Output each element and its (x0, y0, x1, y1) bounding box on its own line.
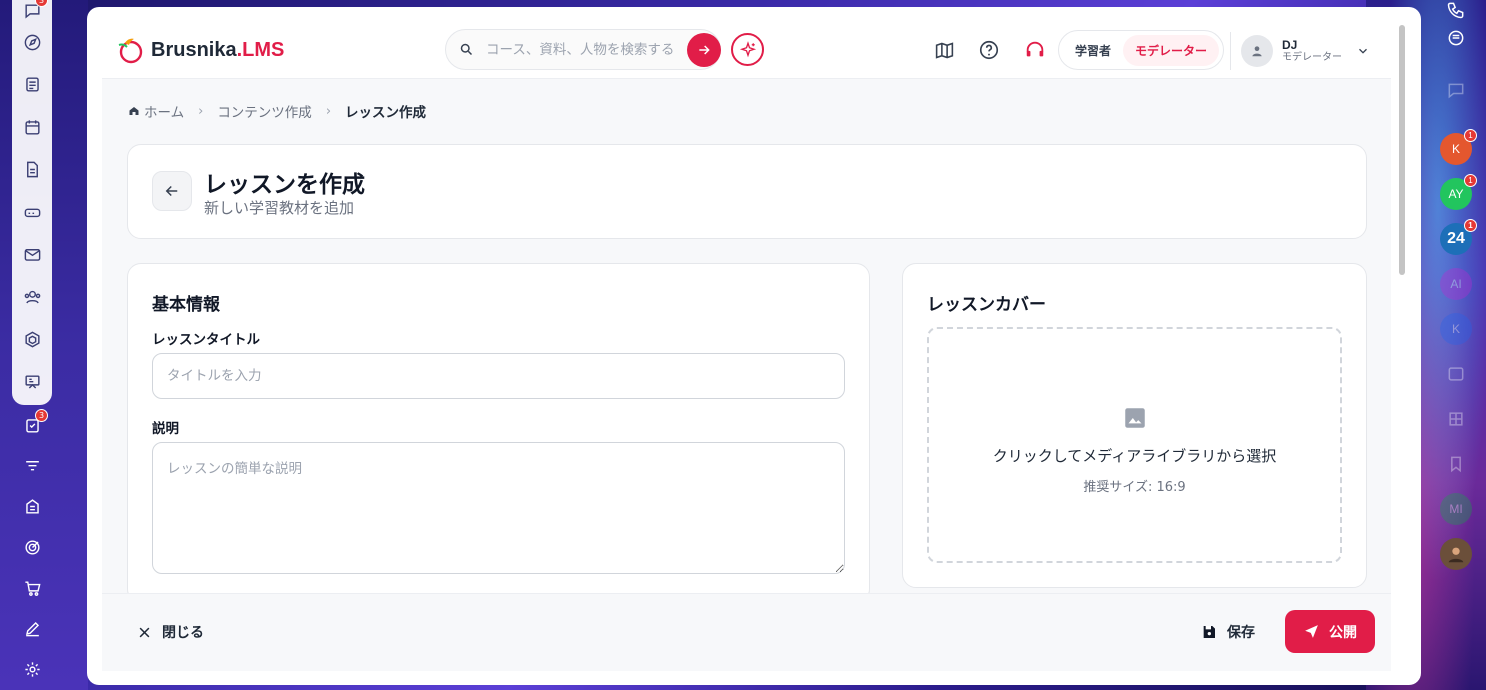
notes-icon[interactable] (12, 64, 52, 107)
user-name: DJ (1282, 37, 1298, 52)
contact-avatar[interactable]: K1 (1440, 128, 1477, 165)
arrow-right-icon (699, 45, 710, 55)
contact-avatar[interactable]: MI (1440, 492, 1472, 525)
dropzone-text: クリックしてメディアライブラリから選択 (992, 447, 1277, 465)
person-icon (1252, 46, 1262, 57)
users-icon[interactable] (12, 276, 52, 319)
logo[interactable]: Brusnika.LMS (115, 35, 284, 65)
contact-avatar[interactable]: K (1440, 312, 1472, 345)
search-input[interactable] (486, 41, 676, 58)
chevron-down-icon (1359, 48, 1367, 54)
description-label: 説明 (152, 421, 179, 437)
compass-icon[interactable] (12, 21, 52, 64)
close-icon (139, 627, 150, 637)
lesson-title-input[interactable] (152, 353, 845, 399)
message-icon[interactable] (1436, 56, 1476, 126)
role-moderator-option[interactable]: モデレーター (1123, 34, 1219, 66)
top-header: Brusnika.LMS 学習者 (102, 21, 1391, 79)
mail-icon[interactable] (12, 234, 52, 277)
user-photo-avatar[interactable] (1440, 537, 1472, 570)
send-icon (1305, 625, 1318, 638)
page-title: レッスンを作成 (204, 172, 365, 198)
contact-avatar[interactable]: 24 1 (1440, 218, 1477, 255)
berry-logo-icon (118, 38, 143, 64)
lesson-cover-title: レッスンカバー (927, 295, 1046, 315)
target-icon[interactable] (12, 527, 52, 568)
left-rail: 3 (12, 0, 52, 405)
sparkle-icon (739, 40, 756, 57)
contact-avatar[interactable]: AI (1440, 267, 1472, 300)
tasks-badge: 3 (35, 409, 48, 422)
back-button[interactable] (152, 171, 192, 211)
basic-info-card: 基本情報 レッスンタイトル 説明 (127, 263, 870, 603)
arrow-left-icon (165, 185, 178, 197)
user-role: モデレーター (1282, 52, 1342, 64)
save-button[interactable]: 保存 (1201, 622, 1255, 642)
breadcrumb-home[interactable]: ホーム (128, 101, 184, 121)
ai-assistant-button[interactable] (731, 33, 764, 66)
left-rail-lower: 3 (12, 405, 52, 690)
save-button-label: 保存 (1227, 625, 1255, 641)
role-learner-option[interactable]: 学習者 (1063, 35, 1123, 66)
close-button-label: 閉じる (162, 625, 204, 641)
brand-name: Brusnika.LMS (151, 38, 285, 61)
scrollbar[interactable] (1397, 21, 1407, 671)
support-headset-icon[interactable] (1024, 39, 1046, 61)
person-icon (1448, 547, 1464, 562)
calendar-icon[interactable] (12, 106, 52, 149)
publish-button[interactable]: 公開 (1285, 610, 1375, 653)
user-menu[interactable]: DJ モデレーター (1230, 32, 1370, 70)
right-rail: K1 AY 1 24 1 AI K MI (1436, 0, 1477, 690)
tasks-icon[interactable]: 3 (12, 405, 52, 446)
archive-icon[interactable] (12, 486, 52, 527)
avatar (1241, 35, 1273, 67)
breadcrumb-separator: › (198, 103, 204, 119)
role-switcher: 学習者 モデレーター (1058, 30, 1224, 70)
home-icon (129, 107, 139, 115)
main-window: Brusnika.LMS 学習者 (87, 7, 1421, 685)
settings-icon[interactable] (12, 649, 52, 690)
search-submit-button[interactable] (687, 33, 721, 67)
app-container: Brusnika.LMS 学習者 (102, 21, 1391, 671)
chat-bubble-icon[interactable] (1436, 20, 1476, 56)
map-icon[interactable] (933, 39, 955, 61)
image-icon[interactable] (1436, 351, 1476, 396)
cart-icon[interactable] (12, 568, 52, 609)
breadcrumb-section[interactable]: コンテンツ作成 (217, 101, 312, 121)
action-footer: 閉じる 保存 公開 (102, 593, 1391, 671)
search-bar[interactable] (445, 29, 721, 70)
publish-button-label: 公開 (1329, 624, 1357, 641)
contact-avatar[interactable]: AY 1 (1440, 173, 1477, 210)
drive-icon[interactable] (12, 191, 52, 234)
close-button[interactable]: 閉じる (137, 622, 204, 642)
description-textarea[interactable] (152, 442, 845, 574)
breadcrumb-home-label: ホーム (144, 105, 185, 121)
media-dropzone[interactable]: クリックしてメディアライブラリから選択 推奨サイズ: 16:9 (927, 327, 1342, 563)
help-icon[interactable] (978, 39, 1000, 61)
hexagon-icon[interactable] (12, 319, 52, 362)
chat-icon[interactable]: 3 (12, 0, 52, 21)
save-icon (1203, 626, 1215, 638)
breadcrumb-current: レッスン作成 (345, 105, 427, 121)
lesson-cover-card: レッスンカバー クリックしてメディアライブラリから選択 推奨サイズ: 16:9 (902, 263, 1367, 588)
document-icon[interactable] (12, 149, 52, 192)
basic-info-title: 基本情報 (152, 295, 220, 315)
breadcrumb: ホーム › コンテンツ作成 › レッスン作成 (128, 101, 426, 121)
phone-icon[interactable] (1436, 0, 1476, 20)
search-icon (460, 43, 473, 56)
presentation-icon[interactable] (12, 361, 52, 404)
bookmark-icon[interactable] (1436, 441, 1476, 486)
page-header-card: レッスンを作成 新しい学習教材を追加 (127, 144, 1367, 239)
lesson-title-label: レッスンタイトル (152, 332, 260, 348)
breadcrumb-separator: › (325, 103, 332, 119)
page-subtitle: 新しい学習教材を追加 (204, 199, 355, 217)
image-icon (1124, 408, 1145, 428)
filter-icon[interactable] (12, 446, 52, 487)
edit-icon[interactable] (12, 609, 52, 650)
dropzone-recommended-size: 推奨サイズ: 16:9 (1083, 480, 1186, 495)
grid-icon[interactable] (1436, 396, 1476, 441)
scrollbar-thumb[interactable] (1399, 25, 1405, 275)
